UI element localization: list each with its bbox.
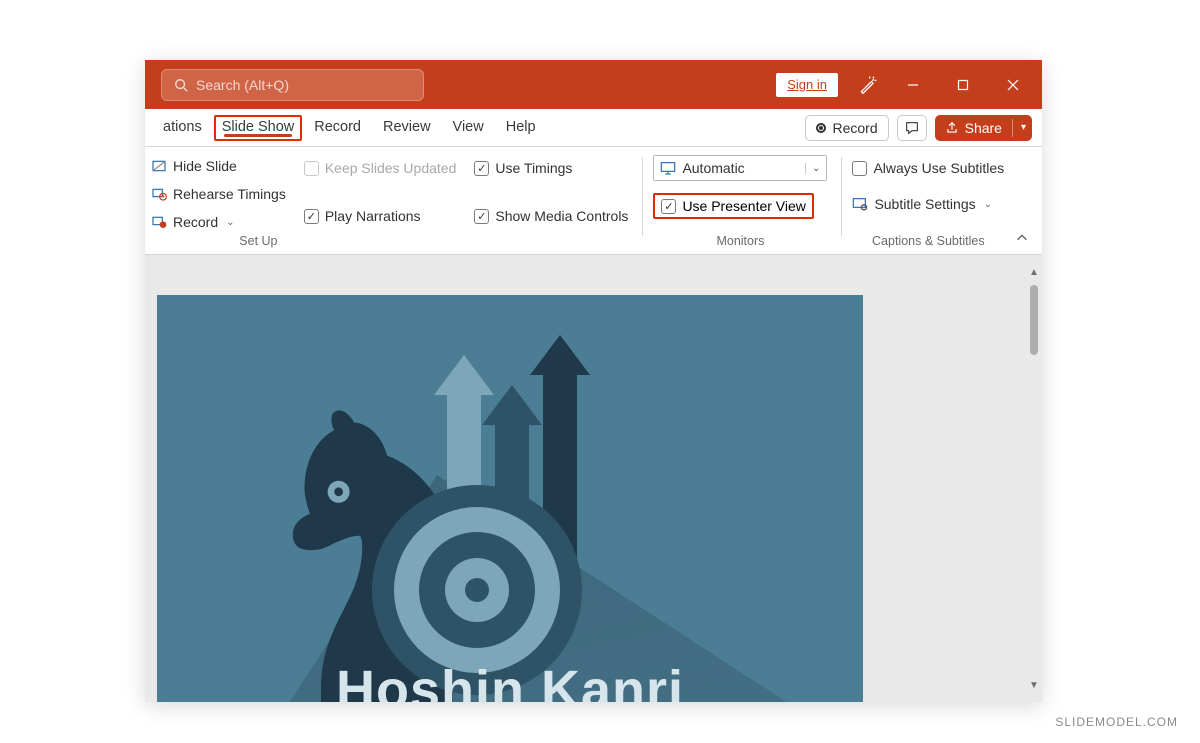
slide-canvas[interactable]: Hoshin Kanri [157,295,863,702]
search-placeholder: Search (Alt+Q) [196,77,289,93]
signin-label: Sign in [787,77,827,92]
rehearse-label: Rehearse Timings [173,186,286,202]
hide-slide-button[interactable]: Hide Slide [151,155,286,177]
keep-slides-updated-checkbox: Keep Slides Updated [304,157,457,179]
rehearse-icon [151,186,167,202]
subtitle-settings-button[interactable]: Subtitle Settings ⌄ [852,193,1004,215]
play-narrations-label: Play Narrations [325,208,421,224]
group-monitors: Automatic ⌄ Use Presenter View Monitors [643,147,841,254]
record-icon [151,214,167,230]
minimize-button[interactable] [890,60,936,109]
title-bar: Search (Alt+Q) Sign in [145,60,1042,109]
subtitle-settings-icon [852,196,868,212]
app-window: Search (Alt+Q) Sign in ations Slide Show… [145,60,1042,702]
group-label-setup: Set Up [231,234,286,250]
rehearse-timings-button[interactable]: Rehearse Timings [151,183,286,205]
monitor-icon [660,161,676,175]
ribbon-collapse-button[interactable] [1012,228,1032,248]
share-divider [1012,119,1013,137]
tab-record[interactable]: Record [304,113,371,143]
keep-updated-label: Keep Slides Updated [325,160,457,176]
share-icon [945,121,959,135]
tab-help[interactable]: Help [496,113,546,143]
checkbox-icon [661,199,676,214]
search-input[interactable]: Search (Alt+Q) [161,69,424,101]
monitor-select[interactable]: Automatic ⌄ [653,155,827,181]
close-button[interactable] [990,60,1036,109]
search-icon [174,78,188,92]
vertical-scrollbar[interactable]: ▲ ▼ [1028,263,1040,694]
signin-button[interactable]: Sign in [776,73,838,97]
hide-slide-icon [151,158,167,174]
record-dropdown[interactable]: Record ⌄ [151,211,286,233]
use-timings-label: Use Timings [495,160,572,176]
record-button[interactable]: Record [805,115,888,141]
ribbon-tabs: ations Slide Show Record Review View Hel… [145,109,1042,147]
use-timings-checkbox[interactable]: Use Timings [474,157,628,179]
group-label-monitors: Monitors [653,234,827,250]
show-media-controls-checkbox[interactable]: Show Media Controls [474,205,628,227]
chevron-down-icon[interactable]: ▾ [1021,122,1026,133]
checkbox-icon [304,161,319,176]
ribbon: Hide Slide Rehearse Timings Record ⌄ [145,147,1042,255]
chevron-down-icon: ⌄ [984,199,992,210]
scroll-up-button[interactable]: ▲ [1028,265,1040,279]
checkbox-icon [474,161,489,176]
record-dot-icon [816,123,826,133]
tabrow-actions: Record Share ▾ [805,115,1042,141]
use-presenter-view-checkbox[interactable]: Use Presenter View [653,193,813,219]
checkbox-icon [474,209,489,224]
share-button[interactable]: Share ▾ [935,115,1032,141]
scroll-thumb[interactable] [1030,285,1038,355]
presenter-label: Use Presenter View [682,198,805,214]
always-subtitles-label: Always Use Subtitles [873,160,1004,176]
target-center [465,578,489,602]
tab-partial[interactable]: ations [153,113,212,143]
group-setup: Hide Slide Rehearse Timings Record ⌄ [145,147,642,254]
subtitle-settings-label: Subtitle Settings [874,196,975,212]
coming-soon-icon[interactable] [850,60,886,109]
workspace: Hoshin Kanri ▲ ▼ [145,255,1042,702]
slide-title: Hoshin Kanri [157,659,863,702]
play-narrations-checkbox[interactable]: Play Narrations [304,205,457,227]
always-use-subtitles-checkbox[interactable]: Always Use Subtitles [852,157,1004,179]
hide-slide-label: Hide Slide [173,158,237,174]
monitor-select-value: Automatic [682,160,744,176]
chevron-down-icon: ⌄ [226,217,234,228]
tab-review[interactable]: Review [373,113,441,143]
share-label: Share [965,120,1002,136]
record-label: Record [832,120,877,136]
chevron-down-icon: ⌄ [805,163,820,174]
maximize-button[interactable] [940,60,986,109]
group-label-captions: Captions & Subtitles [852,234,1004,250]
tab-slide-show[interactable]: Slide Show [214,115,303,141]
watermark: SLIDEMODEL.COM [1055,715,1178,729]
titlebar-right: Sign in [776,60,1042,109]
group-captions: Always Use Subtitles Subtitle Settings ⌄… [842,147,1018,254]
tab-view[interactable]: View [443,113,494,143]
record-ribbon-label: Record [173,214,218,230]
comments-button[interactable] [897,115,927,141]
scroll-down-button[interactable]: ▼ [1028,678,1040,692]
checkbox-icon [304,209,319,224]
checkbox-icon [852,161,867,176]
show-media-label: Show Media Controls [495,208,628,224]
